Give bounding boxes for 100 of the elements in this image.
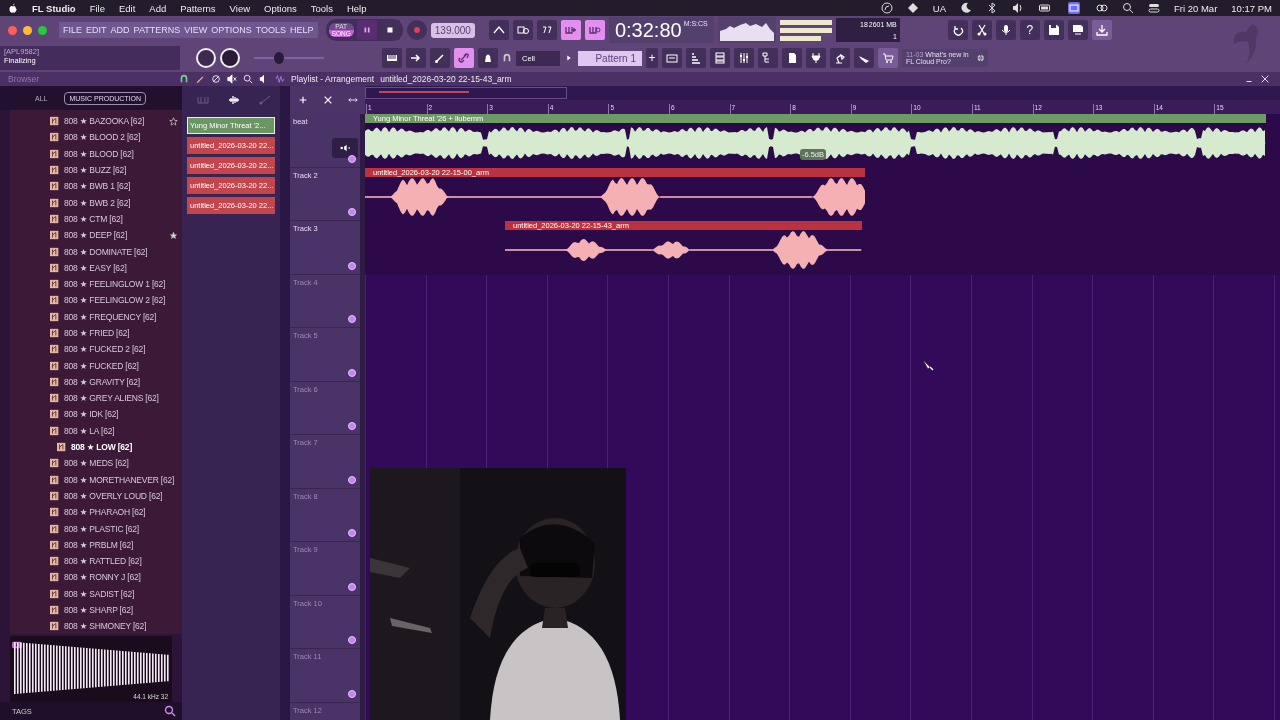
tempo-slider[interactable]: [254, 51, 324, 65]
menu-item[interactable]: OPTIONS: [211, 25, 252, 35]
download-button[interactable]: [1091, 20, 1112, 40]
browser-item[interactable]: 808 ★ FREQUENCY [62]: [10, 308, 182, 325]
browser-item[interactable]: 808 ★ EASY [62]: [10, 259, 182, 276]
menu-item[interactable]: PATTERNS: [133, 25, 181, 35]
resize-icon[interactable]: [347, 95, 358, 105]
browser-item[interactable]: 808 ★ BLOOD 2 [62]: [10, 129, 182, 146]
pitch-knob[interactable]: [220, 48, 240, 68]
browser-item[interactable]: 808 ★ RATTLED [62]: [10, 553, 182, 570]
browser-item[interactable]: 808 ★ BUZZ [62]: [10, 161, 182, 179]
browser-item[interactable]: 808 ★ SHARP [62]: [10, 601, 182, 619]
browser-item[interactable]: 808 ★ GREY ALIENS [62]: [10, 390, 182, 407]
track-mute-dot[interactable]: [348, 529, 356, 537]
folder-tree-button[interactable]: [758, 48, 778, 68]
track-mute-dot[interactable]: [348, 582, 356, 591]
screen-share-icon[interactable]: [1066, 2, 1083, 14]
zoom-icon[interactable]: [243, 74, 253, 84]
search-icon[interactable]: [164, 705, 176, 717]
magnet-icon[interactable]: [179, 74, 189, 84]
record-button[interactable]: [406, 20, 427, 40]
undo-button[interactable]: [947, 20, 968, 40]
menu-item[interactable]: Patterns: [180, 2, 216, 14]
pattern-selector[interactable]: Pattern 1: [578, 50, 642, 66]
star-outline-icon[interactable]: [169, 116, 178, 126]
browser-item[interactable]: 808 ★ LOW [62]: [10, 438, 182, 456]
browser-item[interactable]: 808 ★ FUCKED 2 [62]: [10, 341, 182, 358]
mute-icon[interactable]: [227, 74, 237, 84]
lamp-button[interactable]: [830, 48, 850, 68]
browser-item[interactable]: 808 ★ LA [62]: [10, 422, 182, 439]
loop-record-button[interactable]: [584, 20, 605, 40]
browser-item[interactable]: 808 ★ IDK [62]: [10, 406, 182, 423]
menu-item[interactable]: EDIT: [86, 25, 107, 35]
piano-roll-button[interactable]: [686, 48, 706, 68]
browser-item[interactable]: 808 ★ OVERLY LOUD [62]: [10, 487, 182, 505]
browser-item[interactable]: 808 ★ BAZOOKA [62]: [10, 113, 182, 130]
menu-item[interactable]: HELP: [290, 25, 314, 35]
metronome-button[interactable]: [488, 20, 509, 40]
microphone-button[interactable]: [995, 20, 1016, 40]
volume-icon[interactable]: [1012, 2, 1025, 14]
volume-knob[interactable]: [196, 48, 216, 68]
diamond-icon[interactable]: [906, 2, 919, 14]
playlist-button[interactable]: [662, 48, 682, 68]
piano-keys-button[interactable]: [382, 48, 402, 68]
browser-item[interactable]: 808 ★ PLASTIC [62]: [10, 520, 182, 537]
cart-button[interactable]: [878, 48, 898, 68]
menu-item[interactable]: Options: [264, 2, 297, 14]
tempo-display[interactable]: 139.000: [430, 22, 475, 38]
browser-item[interactable]: 808 ★ RONNY J [62]: [10, 569, 182, 586]
menu-item[interactable]: Edit: [118, 2, 136, 14]
menu-item[interactable]: Help: [346, 2, 367, 14]
track-mute-dot[interactable]: [348, 475, 356, 484]
star-icon[interactable]: [169, 230, 178, 240]
menu-item[interactable]: Add: [149, 2, 167, 14]
waveform-icon[interactable]: [275, 74, 285, 84]
browser-item[interactable]: 808 ★ FEELINGLOW 1 [62]: [10, 275, 182, 293]
menubar-date[interactable]: Fri 20 Mar: [1174, 2, 1218, 14]
apple-icon[interactable]: [8, 2, 18, 14]
menu-item[interactable]: File: [89, 2, 105, 14]
scissors-button[interactable]: [971, 20, 992, 40]
eraser-icon[interactable]: [211, 74, 221, 84]
document-button[interactable]: [782, 48, 802, 68]
play-icon[interactable]: [10, 640, 24, 650]
plug-button[interactable]: [806, 48, 826, 68]
track-mute-dot[interactable]: [348, 208, 356, 216]
browser-item[interactable]: 808 ★ MEDS [62]: [10, 455, 182, 472]
browser-item[interactable]: 808 ★ BWB 2 [62]: [10, 194, 182, 211]
browser-item[interactable]: 808 ★ SHMONEY [62]: [10, 618, 182, 634]
browser-item[interactable]: 808 ★ DOMINATE [62]: [10, 243, 182, 260]
track-mute-dot[interactable]: [348, 315, 356, 323]
link-button[interactable]: [454, 48, 474, 68]
browser-item[interactable]: 808 ★ DEEP [62]: [10, 227, 182, 244]
channel-rack-button[interactable]: [710, 48, 730, 68]
track-mute-dot[interactable]: [348, 368, 356, 377]
zoom-button[interactable]: [38, 25, 47, 35]
link-icon[interactable]: [1096, 2, 1109, 14]
step-record-button[interactable]: [560, 20, 581, 40]
browser-item[interactable]: 808 ★ GRAVITY [62]: [10, 373, 182, 391]
track-mute-dot[interactable]: [348, 636, 356, 644]
magnet-icon[interactable]: [502, 52, 512, 64]
track-mute-dot[interactable]: [348, 422, 356, 430]
help-button[interactable]: ?: [1019, 20, 1040, 40]
menu-item[interactable]: Tools: [310, 2, 333, 14]
minimize-button[interactable]: [23, 25, 32, 35]
add-icon[interactable]: [297, 95, 308, 105]
moon-icon[interactable]: [960, 2, 973, 14]
track-mute-dot[interactable]: [348, 154, 356, 163]
browser-item[interactable]: 808 ★ FRIED [62]: [10, 324, 182, 342]
menubar-clock[interactable]: 10:17 PM: [1231, 2, 1272, 14]
menu-item[interactable]: FILE: [63, 25, 82, 35]
browser-item[interactable]: 808 ★ SADIST [62]: [10, 585, 182, 602]
mixer-button[interactable]: [734, 48, 754, 68]
browser-item[interactable]: 808 ★ PHARAOH [62]: [10, 504, 182, 521]
browser-item[interactable]: 808 ★ BLOOD [62]: [10, 145, 182, 162]
menu-item[interactable]: View: [229, 2, 251, 14]
track-scrollbar[interactable]: [360, 114, 365, 720]
browser-item[interactable]: 808 ★ FUCKED [62]: [10, 357, 182, 374]
save-as-button[interactable]: [1067, 20, 1088, 40]
search-icon[interactable]: [1122, 2, 1135, 14]
menu-item[interactable]: VIEW: [184, 25, 208, 35]
